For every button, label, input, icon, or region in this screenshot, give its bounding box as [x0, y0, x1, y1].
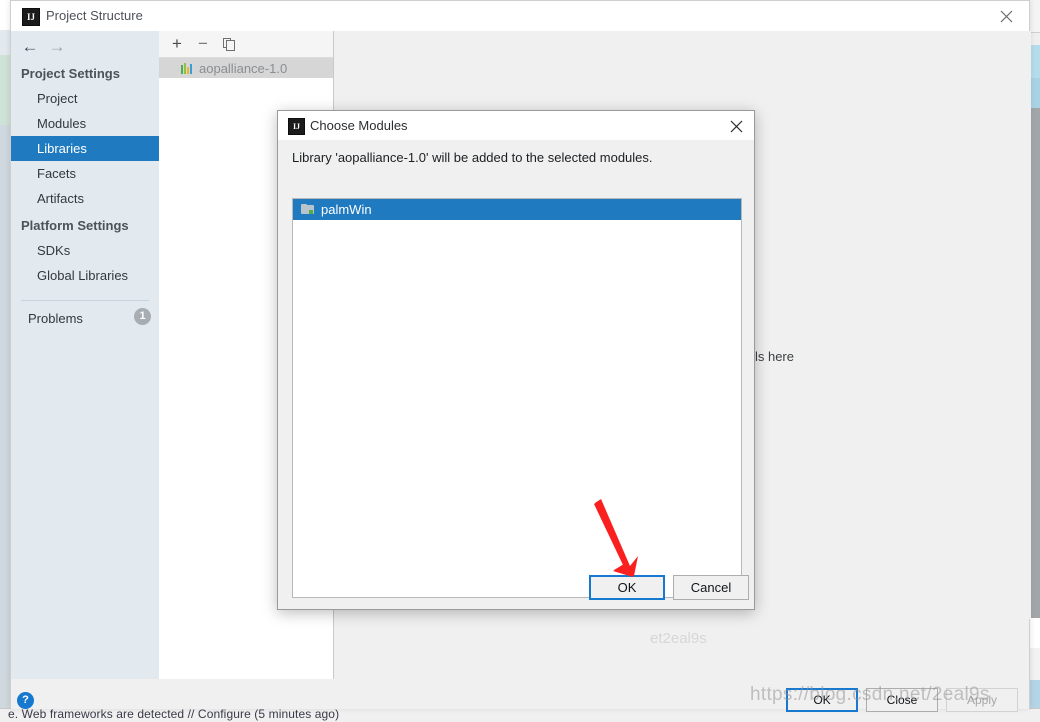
sidebar-item-libraries[interactable]: Libraries — [11, 136, 159, 161]
window-title: Project Structure — [46, 8, 143, 23]
background-left-accent — [0, 55, 10, 125]
sidebar-item-global-libraries[interactable]: Global Libraries — [11, 263, 159, 288]
dialog-button-bar: OK Cancel — [278, 567, 754, 609]
back-arrow-icon[interactable]: ← — [19, 36, 41, 56]
copy-icon[interactable] — [219, 34, 239, 54]
help-icon[interactable]: ? — [17, 692, 34, 709]
background-left-titlebar — [0, 0, 10, 30]
sidebar-item-sdks[interactable]: SDKs — [11, 238, 159, 263]
dialog-description: Library 'aopalliance-1.0' will be added … — [292, 150, 653, 165]
close-icon[interactable] — [983, 1, 1029, 31]
dialog-title: Choose Modules — [310, 118, 408, 133]
library-list-item-label: aopalliance-1.0 — [199, 60, 288, 76]
dialog-titlebar: IJ Choose Modules — [278, 111, 754, 141]
background-status-text: e. Web frameworks are detected // Config… — [8, 707, 340, 721]
window-titlebar: IJ Project Structure — [11, 1, 1029, 32]
sidebar-item-facets[interactable]: Facets — [11, 161, 159, 186]
background-left-panel — [0, 30, 10, 55]
module-list-item-label: palmWin — [321, 202, 372, 217]
problems-count-badge: 1 — [134, 308, 151, 325]
add-library-button[interactable]: + — [167, 34, 187, 54]
module-list-item[interactable]: palmWin — [293, 199, 741, 220]
sidebar-item-artifacts[interactable]: Artifacts — [11, 186, 159, 211]
library-list-item[interactable]: aopalliance-1.0 — [159, 58, 333, 78]
sidebar-item-modules[interactable]: Modules — [11, 111, 159, 136]
sidebar-item-problems[interactable]: Problems 1 — [11, 301, 159, 330]
modules-list[interactable]: palmWin — [292, 198, 742, 598]
library-icon — [181, 62, 193, 74]
close-icon[interactable] — [722, 115, 750, 137]
sidebar-item-project[interactable]: Project — [11, 86, 159, 111]
window-button-bar: ? OK Close Apply — [11, 679, 1029, 712]
group-title-platform-settings: Platform Settings — [21, 218, 129, 233]
group-title-project-settings: Project Settings — [21, 66, 120, 81]
dialog-body: Library 'aopalliance-1.0' will be added … — [278, 140, 754, 609]
intellij-idea-icon: IJ — [22, 8, 40, 26]
choose-modules-dialog: IJ Choose Modules Library 'aopalliance-1… — [277, 110, 755, 610]
module-folder-icon — [301, 204, 315, 215]
remove-library-button[interactable]: − — [193, 34, 213, 54]
forward-arrow-icon[interactable]: → — [46, 36, 68, 56]
dialog-cancel-button[interactable]: Cancel — [673, 575, 749, 600]
nav-arrows: ← → — [11, 31, 159, 59]
settings-sidebar: ← → Project Settings Project Modules Lib… — [11, 31, 159, 679]
window-ok-button[interactable]: OK — [786, 688, 858, 712]
sidebar-item-problems-label: Problems — [28, 311, 83, 326]
intellij-idea-icon: IJ — [288, 118, 305, 135]
screen-root: es e. Web frameworks are detected // Con… — [0, 0, 1040, 722]
window-apply-button[interactable]: Apply — [946, 688, 1018, 712]
window-close-button[interactable]: Close — [866, 688, 938, 712]
libraries-toolbar: + − — [159, 31, 333, 58]
dialog-ok-button[interactable]: OK — [589, 575, 665, 600]
